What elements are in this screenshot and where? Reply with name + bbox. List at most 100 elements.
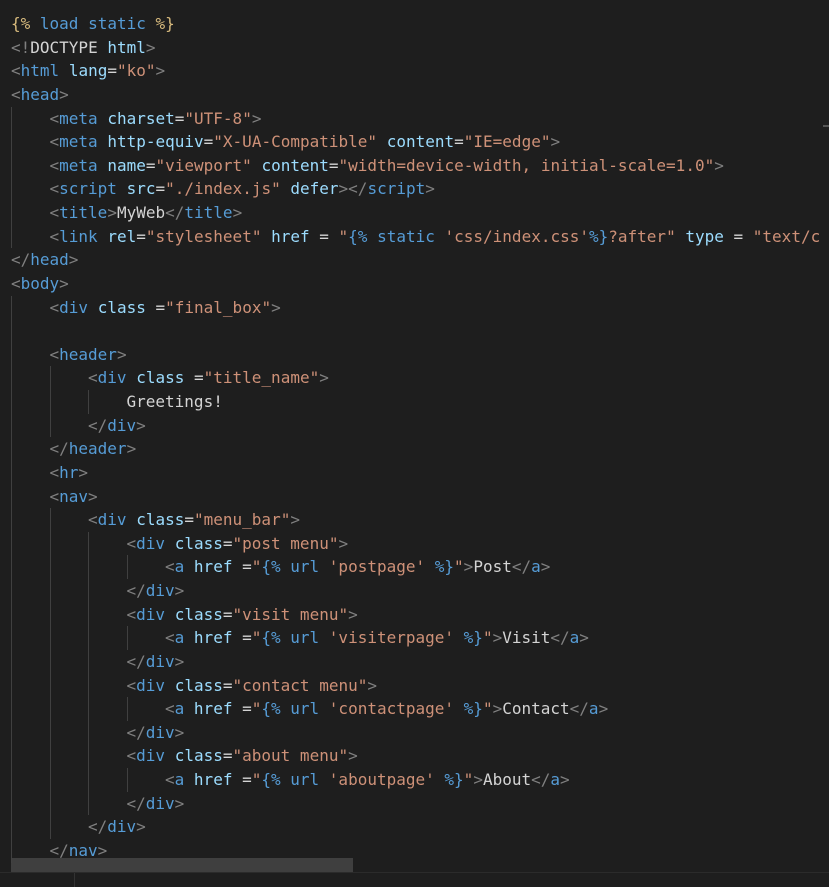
- code-token: >: [425, 179, 435, 199]
- code-line[interactable]: <a href ="{% url 'aboutpage' %}">About</…: [11, 768, 829, 792]
- code-token: a: [569, 628, 580, 648]
- horizontal-scrollbar-thumb[interactable]: [11, 858, 353, 872]
- code-line[interactable]: </head>: [11, 248, 829, 272]
- code-line[interactable]: <div class ="title_name">: [11, 366, 829, 390]
- code-token: ?after": [608, 226, 676, 246]
- code-line[interactable]: <link rel="stylesheet" href = "{% static…: [11, 224, 829, 249]
- code-token: a: [174, 770, 185, 789]
- code-token: div: [136, 675, 166, 695]
- code-line[interactable]: </div>: [11, 649, 829, 674]
- indent-guide: [11, 697, 12, 721]
- indent-guide: [49, 649, 51, 674]
- indent-guide: [49, 815, 51, 839]
- indent-guide: [49, 626, 51, 650]
- indent-guide: [126, 555, 128, 579]
- code-line[interactable]: </div>: [11, 579, 829, 603]
- code-editor[interactable]: {% load static %} <!DOCTYPE html> <html la…: [0, 0, 829, 887]
- code-line[interactable]: </header>: [11, 437, 829, 461]
- code-token: "width=device-width, initial-scale=1.0": [338, 155, 715, 175]
- code-line[interactable]: <head>: [11, 83, 829, 107]
- code-line[interactable]: <script src="./index.js" defer></script>: [11, 177, 829, 201]
- code-area[interactable]: {% load static %} <!DOCTYPE html> <html la…: [11, 12, 829, 863]
- indent-guide: [49, 697, 51, 721]
- code-token: class: [174, 746, 223, 766]
- code-token: href: [193, 557, 233, 577]
- code-line[interactable]: </div>: [11, 791, 829, 816]
- code-token: >: [579, 628, 589, 648]
- code-line[interactable]: <!DOCTYPE html>: [11, 36, 829, 60]
- code-line[interactable]: <div class="post menu">: [11, 531, 829, 556]
- code-token: >: [59, 273, 69, 293]
- code-token: a: [588, 699, 599, 719]
- indent-guide: [49, 579, 51, 603]
- code-line[interactable]: <html lang="ko">: [11, 59, 829, 83]
- indent-guide: [11, 649, 12, 674]
- code-token: =: [232, 628, 252, 648]
- code-line[interactable]: <div class="about menu">: [11, 744, 829, 768]
- code-line[interactable]: <div class ="final_box">: [11, 295, 829, 320]
- code-token: "UTF-8": [184, 108, 252, 128]
- code-token: class: [174, 604, 223, 624]
- indent-guide: [88, 390, 89, 414]
- code-token: "post menu": [232, 533, 339, 553]
- code-token: script: [367, 179, 426, 199]
- code-line[interactable]: <meta name="viewport" content="width=dev…: [11, 153, 829, 178]
- code-line[interactable]: <div class="menu_bar">: [11, 508, 829, 532]
- code-line[interactable]: <a href ="{% url 'visiterpage' %}">Visit…: [11, 626, 829, 650]
- code-token: <: [49, 297, 60, 317]
- code-line[interactable]: <title>MyWeb</title>: [11, 201, 829, 225]
- code-token: >: [271, 297, 281, 317]
- code-line[interactable]: <a href ="{% url 'contactpage' %}">Conta…: [11, 697, 829, 721]
- code-token: %}: [454, 699, 483, 719]
- code-line[interactable]: <header>: [11, 342, 829, 367]
- code-token: >: [145, 37, 156, 57]
- code-line-content: <div class ="title_name">: [88, 366, 329, 390]
- code-token: =: [723, 226, 753, 246]
- code-line[interactable]: </div>: [11, 815, 829, 839]
- indent-guide: [49, 602, 51, 627]
- code-line[interactable]: </div>: [11, 720, 829, 745]
- code-line[interactable]: {% load static %}: [11, 12, 829, 36]
- code-line[interactable]: <div class="contact menu">: [11, 673, 829, 698]
- code-token: </: [531, 770, 551, 789]
- code-line[interactable]: <nav>: [11, 484, 829, 509]
- code-line[interactable]: </div>: [11, 413, 829, 438]
- code-token: "text/c: [752, 226, 821, 246]
- code-token: <: [49, 132, 60, 152]
- code-token: "about menu": [232, 746, 349, 766]
- code-line-content: <a href ="{% url 'aboutpage' %}">About</…: [165, 768, 570, 792]
- code-token: {% url: [261, 699, 329, 719]
- code-line-content: <nav>: [50, 485, 98, 509]
- overview-ruler-mark: [823, 125, 829, 127]
- code-token: </: [126, 722, 146, 742]
- indent-guide: [11, 130, 12, 154]
- code-token: >: [107, 203, 117, 222]
- code-line[interactable]: <div class="visit menu">: [11, 602, 829, 627]
- code-token: ></: [338, 179, 368, 199]
- code-line[interactable]: <meta http-equiv="X-UA-Compatible" conte…: [11, 130, 829, 154]
- code-token: >: [367, 675, 377, 695]
- code-line[interactable]: <hr>: [11, 460, 829, 485]
- code-token: >: [348, 746, 358, 766]
- code-token: div: [136, 746, 166, 766]
- code-line[interactable]: <body>: [11, 272, 829, 296]
- indent-guide: [88, 744, 89, 768]
- code-token: >: [136, 415, 146, 435]
- code-token: >: [714, 155, 724, 175]
- code-line[interactable]: [11, 319, 829, 343]
- code-token: >: [116, 344, 127, 364]
- code-line-content: <head>: [11, 83, 69, 107]
- code-token: MyWeb: [116, 203, 166, 222]
- code-line[interactable]: <meta charset="UTF-8">: [11, 106, 829, 131]
- code-token: "contact menu": [232, 675, 368, 695]
- indent-guide: [11, 744, 12, 768]
- code-line[interactable]: <a href ="{% url 'postpage' %}">Post</a>: [11, 555, 829, 579]
- bottom-panel-edge: [0, 872, 829, 887]
- code-line[interactable]: Greetings!: [11, 390, 829, 414]
- code-token: class: [136, 368, 185, 388]
- indent-guide: [49, 791, 51, 816]
